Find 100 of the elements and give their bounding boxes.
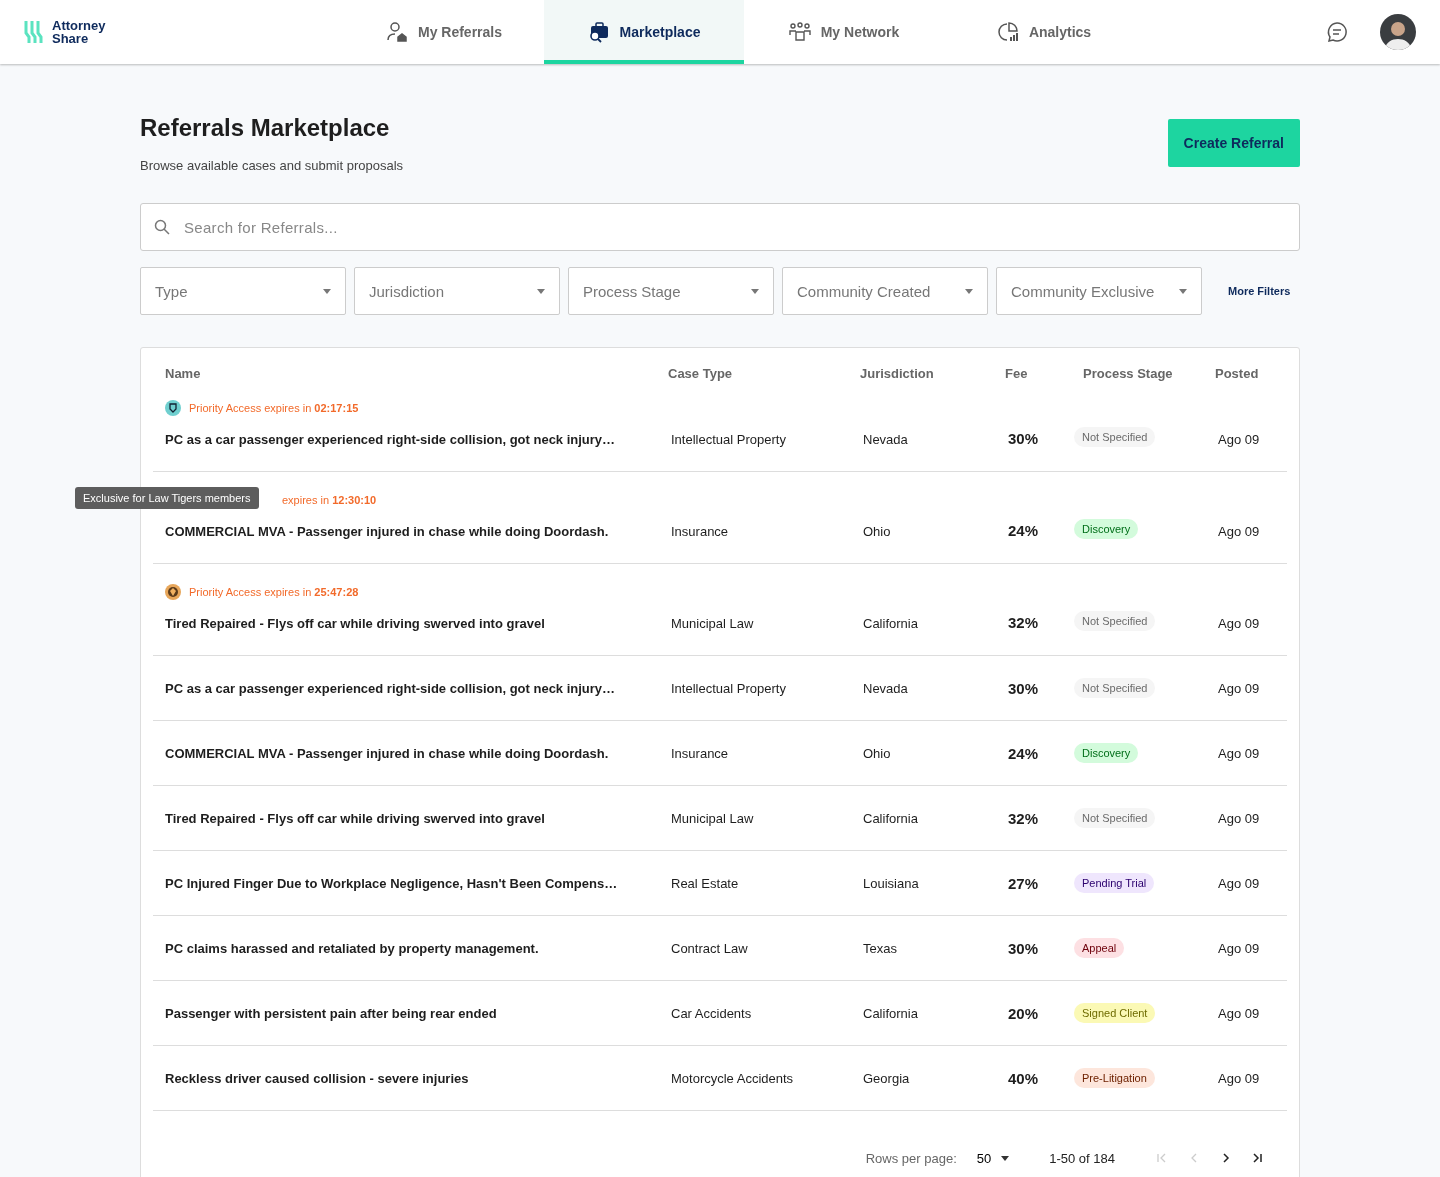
pie-chart-icon (996, 21, 1019, 43)
table-cell-text: Ago 09 (1217, 745, 1261, 761)
chevron-right-icon (1221, 1153, 1231, 1163)
referral-name[interactable]: Tired Repaired - Flys off car while driving swerved into gravel (165, 616, 656, 631)
filter-dropdown[interactable]: Jurisdiction (354, 267, 560, 315)
table-cell-text: Ago 09 (1217, 616, 1261, 631)
table-cell-text: Ago 09 (1217, 680, 1261, 696)
chevron-left-icon (1189, 1153, 1199, 1163)
priority-text: Priority Access expires in 25:47:28 (189, 586, 359, 598)
page-subtitle: Browse available cases and submit proposals (140, 158, 404, 173)
table-cell-text: California (862, 616, 919, 631)
table-cell-text: Ago 09 (1217, 1070, 1261, 1086)
chat-icon[interactable] (1326, 21, 1348, 43)
caret-icon (965, 288, 973, 294)
stage-tag: Not Specified (1074, 427, 1156, 447)
fee-cell-text: 30% (1007, 679, 1040, 697)
briefcase-search-icon (587, 21, 610, 43)
table-cell-text: Motorcycle Accidents (670, 1070, 795, 1086)
fee-cell-text: 32% (1007, 614, 1040, 631)
referral-name[interactable]: COMMERCIAL MVA - Passenger injured in chase while doing Doordash. (165, 745, 656, 761)
referral-name[interactable]: Reckless driver caused collision - severe injuries (165, 1070, 656, 1086)
brand-name: Attorney (52, 19, 106, 32)
referral-name[interactable]: PC as a car passenger experienced right-side collision, got neck injury… (165, 432, 656, 447)
avatar[interactable] (1380, 14, 1416, 50)
priority-text: Priority Access expires in 02:17:15 (189, 402, 359, 414)
table-cell-text: Ago 09 (1217, 810, 1261, 826)
column-header: Process Stage (1082, 365, 1174, 381)
table-cell-text: Insurance (670, 524, 730, 539)
filter-dropdown[interactable]: Community Exclusive (996, 267, 1202, 315)
caret-icon (323, 288, 331, 294)
nav-tab[interactable]: My Referrals (344, 0, 544, 64)
table-cell-text: Nevada (862, 680, 909, 696)
stage-tag: Not Specified (1074, 808, 1156, 828)
table-cell-text: Nevada (862, 432, 909, 447)
table-cell-text: Ago 09 (1217, 1005, 1261, 1021)
table-cell-text: California (862, 1005, 919, 1021)
table-cell-text: California (862, 810, 919, 826)
table-cell-text: Contract Law (670, 940, 749, 956)
fee-cell-text: 30% (1007, 939, 1040, 957)
column-header: Name (164, 365, 202, 381)
table-cell-text: Ago 09 (1217, 875, 1261, 891)
table-cell-text: Intellectual Property (670, 432, 787, 447)
last-page-icon (1253, 1153, 1263, 1163)
caret-icon (751, 288, 759, 294)
column-header: Jurisdiction (859, 365, 935, 381)
caret-icon (1179, 288, 1187, 294)
fee-cell-text: 24% (1007, 744, 1040, 762)
filter-dropdown[interactable]: Process Stage (568, 267, 774, 315)
nav-tab[interactable]: My Network (744, 0, 944, 64)
shield-badge-icon (165, 400, 181, 416)
nav-tab[interactable]: Marketplace (544, 0, 744, 64)
stage-tag: Appeal (1074, 938, 1125, 958)
search-icon (154, 219, 170, 235)
stage-tag: Not Specified (1074, 611, 1156, 631)
table-cell-text: Ohio (862, 524, 892, 539)
stage-tag: Pre-Litigation (1074, 1068, 1155, 1088)
fee-cell-text: 32% (1007, 809, 1040, 827)
table-cell-text: Municipal Law (670, 616, 755, 631)
fee-cell-text: 20% (1007, 1004, 1040, 1022)
tooltip: Exclusive for Law Tigers members (75, 487, 259, 509)
referral-name[interactable]: PC as a car passenger experienced right-side collision, got neck injury… (165, 680, 656, 696)
column-header: Fee (1004, 365, 1029, 381)
referral-name[interactable]: PC Injured Finger Due to Workplace Negligence, Hasn't Been Compens… (165, 875, 656, 891)
nav-tab[interactable]: Analytics (944, 0, 1144, 64)
table-cell-text: Georgia (862, 1070, 911, 1086)
referral-name[interactable]: COMMERCIAL MVA - Passenger injured in chase while doing Doordash. (165, 524, 656, 539)
table-cell-text: Intellectual Property (670, 680, 787, 696)
table-cell-text: Ago 09 (1217, 432, 1261, 447)
first-page-icon (1157, 1153, 1167, 1163)
filter-dropdown[interactable]: Community Created (782, 267, 988, 315)
logo-icon (24, 19, 46, 45)
table-cell-text: Car Accidents (670, 1005, 753, 1021)
stage-tag: Discovery (1074, 519, 1139, 539)
rows-per-page-label: Rows per page: (865, 1150, 957, 1166)
priority-text: expires in 12:30:10 (282, 494, 377, 506)
stage-tag: Signed Client (1074, 1003, 1156, 1023)
page-range: 1-50 of 184 (1049, 1150, 1115, 1166)
create-referral-button[interactable]: Create Referral (1167, 119, 1300, 167)
referral-name[interactable]: Tired Repaired - Flys off car while driving swerved into gravel (165, 810, 656, 826)
table-cell-text: Real Estate (670, 875, 740, 891)
stage-tag: Discovery (1074, 743, 1139, 763)
column-header: Posted (1214, 365, 1260, 381)
brand-name: Share (52, 32, 89, 45)
table-cell-text: Municipal Law (670, 810, 755, 826)
rows-per-page-select[interactable]: 50 (970, 1149, 1016, 1167)
fee-cell-text: 24% (1007, 522, 1040, 539)
referral-name[interactable]: Passenger with persistent pain after being rear ended (165, 1005, 656, 1021)
table-cell-text: Ago 09 (1217, 940, 1261, 956)
more-filters-link[interactable]: More Filters (1222, 284, 1297, 298)
page-title: Referrals Marketplace (140, 114, 391, 142)
filter-dropdown[interactable]: Type (140, 267, 346, 315)
fee-cell-text: 27% (1007, 874, 1040, 892)
stage-tag: Pending Trial (1074, 873, 1155, 893)
people-icon (788, 21, 811, 43)
caret-icon (1001, 1155, 1010, 1161)
search-field[interactable]: Search for Referrals... (140, 203, 1300, 251)
table-cell-text: Insurance (670, 745, 730, 761)
referral-name[interactable]: PC claims harassed and retaliated by property management. (165, 940, 656, 956)
table-cell-text: Louisiana (862, 875, 920, 891)
fee-cell-text: 30% (1007, 430, 1040, 447)
